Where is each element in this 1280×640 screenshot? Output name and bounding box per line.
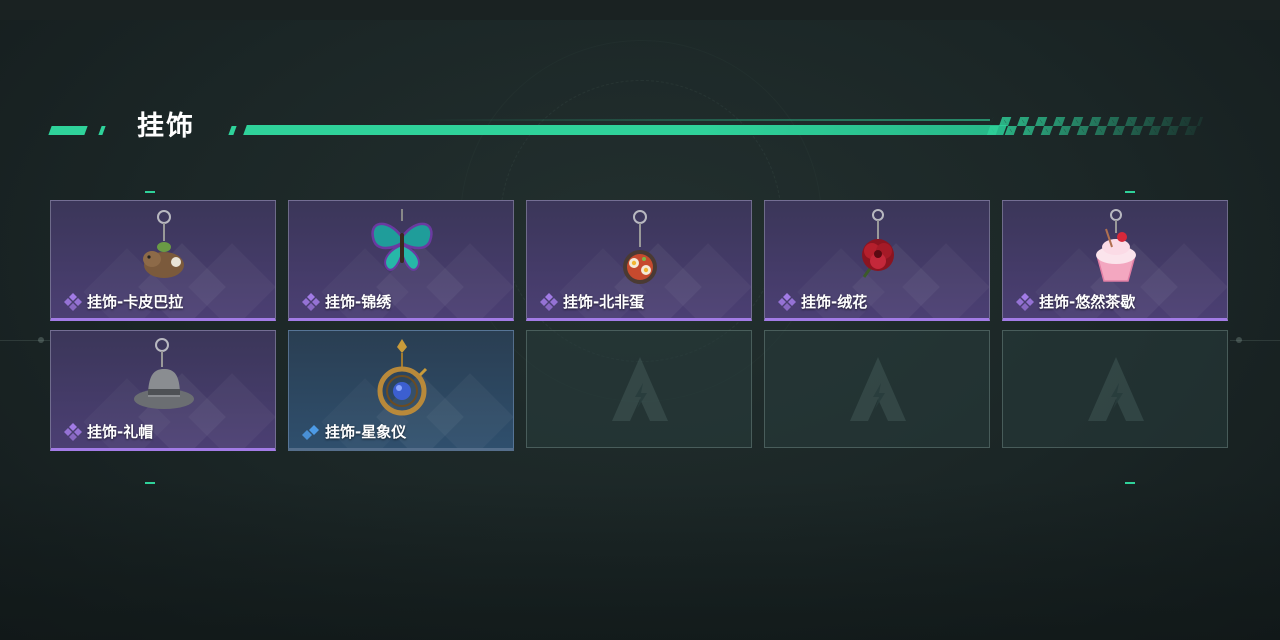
rarity-epic-icon [539,292,559,312]
corner-tick [1125,191,1135,193]
charm-name: 挂饰-悠然茶歇 [1039,293,1136,311]
rarity-epic-icon [777,292,797,312]
charm-card[interactable]: 挂饰-绒花 [764,200,990,321]
charm-name: 挂饰-星象仪 [325,423,407,441]
charm-card[interactable]: 挂饰-卡皮巴拉 [50,200,276,321]
card-label: 挂饰-锦绣 [301,292,391,312]
charm-card[interactable]: 挂饰-北非蛋 [526,200,752,321]
header-accent-tick [98,126,106,135]
hat-charm-icon [124,337,204,417]
header-accent-bar [48,126,88,135]
charm-card[interactable]: 挂饰-悠然茶歇 [1002,200,1228,321]
red-flower-charm-icon [838,207,918,287]
charm-name: 挂饰-绒花 [801,293,868,311]
charm-card[interactable]: 挂饰-礼帽 [50,330,276,451]
header-thin-line [420,119,990,121]
charm-name: 挂饰-卡皮巴拉 [87,293,184,311]
rarity-epic-icon [301,292,321,312]
side-dot [1236,337,1242,343]
capybara-charm-icon [124,207,204,287]
header-accent-tick [228,126,237,135]
shakshuka-charm-icon [600,207,680,287]
rarity-epic-icon [1015,292,1035,312]
butterfly-charm-icon [362,207,442,287]
rarity-epic-icon [63,292,83,312]
game-logo-icon [848,355,908,425]
card-label: 挂饰-星象仪 [301,422,406,442]
corner-tick [145,482,155,484]
page-title: 挂饰 [137,111,195,142]
astrolabe-charm-icon [362,337,442,417]
side-dot [38,337,44,343]
background-shade [0,480,1280,640]
charm-name: 挂饰-礼帽 [87,423,154,441]
empty-slot [526,330,752,448]
empty-slot [764,330,990,448]
corner-tick [145,191,155,193]
charm-card[interactable]: 挂饰-星象仪 [288,330,514,451]
corner-tick [1125,482,1135,484]
empty-slot [1002,330,1228,448]
rarity-epic-icon [63,422,83,442]
card-label: 挂饰-礼帽 [63,422,153,442]
charm-name: 挂饰-北非蛋 [563,293,645,311]
charm-name: 挂饰-锦绣 [325,293,392,311]
rarity-rare-icon [301,422,321,442]
cupcake-charm-icon [1076,207,1156,287]
card-label: 挂饰-悠然茶歇 [1015,292,1135,312]
card-label: 挂饰-绒花 [777,292,867,312]
card-label: 挂饰-卡皮巴拉 [63,292,183,312]
header-line [243,125,1007,135]
top-strip [0,0,1280,20]
charm-card[interactable]: 挂饰-锦绣 [288,200,514,321]
game-logo-icon [610,355,670,425]
header-checker-pattern [986,117,1204,135]
game-logo-icon [1086,355,1146,425]
card-label: 挂饰-北非蛋 [539,292,644,312]
